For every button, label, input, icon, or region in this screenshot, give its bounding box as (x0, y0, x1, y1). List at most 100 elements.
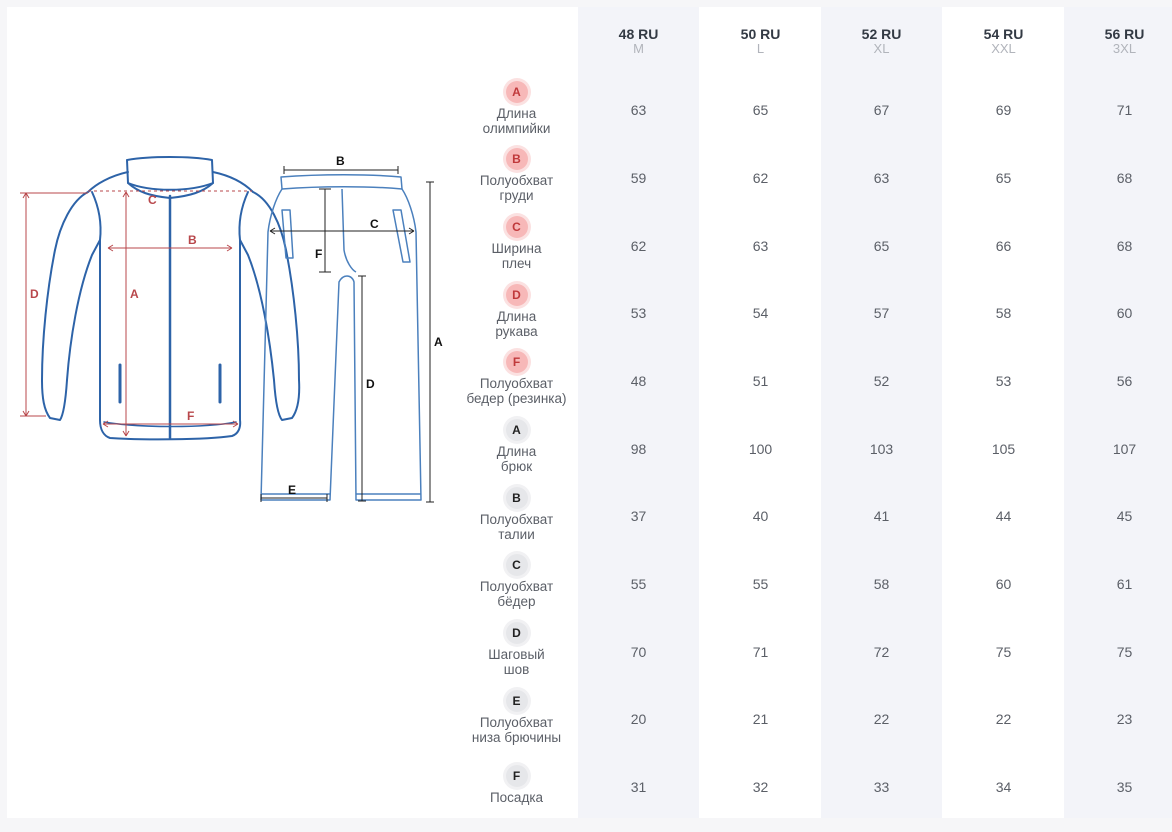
pants-label-a: A (434, 335, 443, 349)
size-column (943, 7, 1064, 818)
size-value-cell: 75 (1116, 644, 1133, 660)
jacket-measure-labels: C B A D F (30, 193, 197, 423)
size-value-cell: 59 (630, 170, 647, 186)
measurement-letter-badge: C (505, 554, 528, 576)
size-intl-label: XXL (991, 41, 1016, 56)
size-value-cell: 51 (752, 373, 769, 389)
pants-label-c: C (370, 217, 379, 231)
size-value-cell: 53 (630, 305, 647, 321)
measurement-name: Длина брюк (496, 444, 537, 474)
size-value-cell: 98 (630, 441, 647, 457)
pants-label-f: F (315, 247, 322, 261)
measurement-label: A Длина брюк (460, 419, 573, 474)
measurement-label: D Шаговый шов (460, 622, 573, 677)
jacket-drawing (41, 156, 301, 441)
measurement-name: Полуобхват бедер (резинка) (466, 376, 567, 406)
size-value-cell: 55 (630, 576, 647, 592)
size-value-cell: 62 (752, 170, 769, 186)
size-value-cell: 33 (873, 779, 890, 795)
size-value-cell: 65 (995, 170, 1012, 186)
size-intl-label: L (756, 41, 765, 56)
size-ru-label: 48 RU (618, 26, 659, 42)
measurement-name: Посадка (489, 790, 544, 805)
size-column (821, 7, 942, 818)
size-header: 56 RU 3XL (1064, 26, 1172, 56)
measurement-name: Полуобхват груди (479, 173, 554, 203)
measurement-label: D Длина рукава (460, 284, 573, 339)
garment-illustration: C B A D F B C F D A E (0, 0, 455, 520)
measurement-letter-badge: F (505, 351, 528, 373)
jacket-label-a: A (130, 287, 139, 301)
size-value-cell: 61 (1116, 576, 1133, 592)
size-column (1064, 7, 1172, 818)
size-intl-label: XL (873, 41, 890, 56)
size-value-cell: 21 (752, 711, 769, 727)
measurement-letter-badge: A (505, 81, 528, 103)
size-column (700, 7, 821, 818)
size-header: 52 RU XL (821, 26, 942, 56)
size-value-cell: 45 (1116, 508, 1133, 524)
size-value-cell: 55 (752, 576, 769, 592)
size-value-cell: 52 (873, 373, 890, 389)
size-value-cell: 65 (873, 238, 890, 254)
size-value-cell: 37 (630, 508, 647, 524)
size-value-cell: 56 (1116, 373, 1133, 389)
measurement-letter-badge: A (505, 419, 528, 441)
pants-label-d: D (366, 377, 375, 391)
size-intl-label: M (633, 41, 644, 56)
size-value-cell: 58 (995, 305, 1012, 321)
size-intl-label: 3XL (1112, 41, 1137, 56)
size-value-cell: 60 (995, 576, 1012, 592)
measurement-label: E Полуобхват низа брючины (460, 690, 573, 745)
pants-label-e: E (288, 483, 296, 497)
size-ru-label: 50 RU (740, 26, 781, 42)
size-value-cell: 69 (995, 102, 1012, 118)
measurement-letter-badge: D (505, 284, 528, 306)
garment-diagram: C B A D F B C F D A E (20, 154, 443, 503)
measurement-name: Длина рукава (495, 309, 538, 339)
measurement-label: B Полуобхват груди (460, 148, 573, 203)
size-value-cell: 53 (995, 373, 1012, 389)
measurement-label: A Длина олимпийки (460, 81, 573, 136)
size-value-cell: 60 (1116, 305, 1133, 321)
measurement-label: B Полуобхват талии (460, 487, 573, 542)
size-ru-label: 54 RU (983, 26, 1024, 42)
jacket-label-f: F (187, 409, 194, 423)
measurement-label: F Посадка (460, 765, 573, 805)
size-value-cell: 48 (630, 373, 647, 389)
measurement-letter-badge: E (505, 690, 528, 712)
measurement-letter-badge: F (505, 765, 528, 787)
size-value-cell: 72 (873, 644, 890, 660)
jacket-measure-lines (20, 190, 252, 437)
size-value-cell: 23 (1116, 711, 1133, 727)
measurement-name: Ширина плеч (491, 241, 542, 271)
size-value-cell: 107 (1112, 441, 1137, 457)
measurement-letter-badge: D (505, 622, 528, 644)
size-ru-label: 56 RU (1104, 26, 1145, 42)
measurement-name: Полуобхват талии (479, 512, 554, 542)
size-ru-label: 52 RU (861, 26, 902, 42)
measurement-label: C Ширина плеч (460, 216, 573, 271)
jacket-label-b: B (188, 233, 197, 247)
size-value-cell: 66 (995, 238, 1012, 254)
size-value-cell: 31 (630, 779, 647, 795)
pants-label-b: B (336, 154, 345, 168)
size-column (578, 7, 699, 818)
measurement-letter-badge: C (505, 216, 528, 238)
size-value-cell: 103 (869, 441, 894, 457)
size-value-cell: 65 (752, 102, 769, 118)
size-value-cell: 22 (995, 711, 1012, 727)
measurement-name: Полуобхват бёдер (479, 579, 554, 609)
measurement-letter-badge: B (505, 148, 528, 170)
size-value-cell: 71 (752, 644, 769, 660)
size-value-cell: 40 (752, 508, 769, 524)
measurement-name: Полуобхват низа брючины (471, 715, 562, 745)
measurement-letter-badge: B (505, 487, 528, 509)
jacket-label-d: D (30, 287, 39, 301)
size-value-cell: 63 (752, 238, 769, 254)
size-value-cell: 54 (752, 305, 769, 321)
size-value-cell: 100 (748, 441, 773, 457)
measurement-name: Длина олимпийки (482, 106, 551, 136)
size-value-cell: 41 (873, 508, 890, 524)
size-value-cell: 35 (1116, 779, 1133, 795)
